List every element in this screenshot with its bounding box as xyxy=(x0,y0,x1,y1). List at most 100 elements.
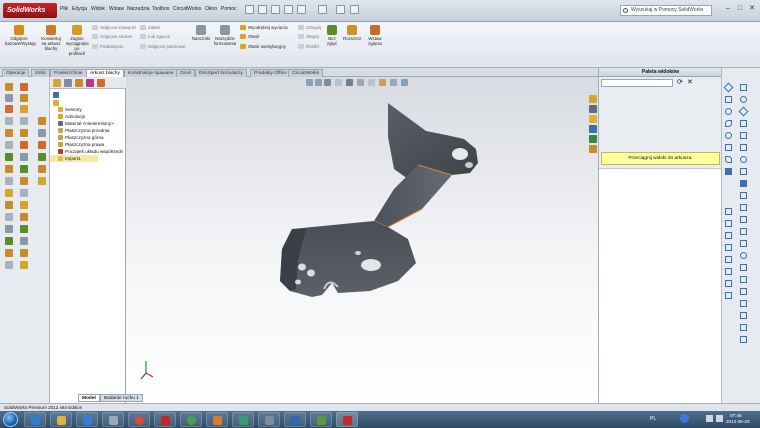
circular-pattern-icon[interactable] xyxy=(740,288,747,295)
tab-circuitworks[interactable]: CircuitWorks xyxy=(288,69,324,77)
tool-icon[interactable] xyxy=(38,177,46,185)
tool-icon[interactable] xyxy=(20,153,28,161)
convert-sheet-metal-button[interactable]: Konwertuj na arkusz blachy xyxy=(39,25,63,51)
view-palette-document-select[interactable] xyxy=(601,79,673,87)
hem-button[interactable]: Podwinięcie xyxy=(92,44,123,49)
print-icon[interactable] xyxy=(284,5,293,14)
tool-icon[interactable] xyxy=(5,165,13,173)
tool-icon[interactable] xyxy=(5,129,13,137)
flatten-button[interactable]: Rozszerz xyxy=(343,25,361,41)
volume-icon[interactable] xyxy=(716,415,723,422)
graphics-area[interactable] xyxy=(126,77,598,403)
relation-icon[interactable] xyxy=(740,192,747,199)
extend-icon[interactable] xyxy=(725,244,732,251)
tool-icon[interactable] xyxy=(20,141,28,149)
tool-icon[interactable] xyxy=(20,249,28,257)
close-button[interactable]: ✕ xyxy=(747,4,757,14)
network-icon[interactable] xyxy=(706,415,713,422)
rotate-icon[interactable] xyxy=(725,268,732,275)
scale-icon[interactable] xyxy=(725,280,732,287)
open-folder-icon[interactable] xyxy=(258,5,267,14)
design-library-icon[interactable] xyxy=(589,105,597,113)
ellipse-icon[interactable] xyxy=(725,132,732,139)
tool-icon[interactable] xyxy=(5,225,13,233)
tab-arkusz-blachy[interactable]: Arkusz blachy xyxy=(86,69,124,77)
mirror-icon[interactable] xyxy=(725,208,732,215)
tool-icon[interactable] xyxy=(5,117,13,125)
sheet-metal-part[interactable] xyxy=(126,77,598,403)
rip-button[interactable]: Rozłóż xyxy=(298,44,319,49)
menu-widok[interactable]: Widok xyxy=(91,6,105,12)
appearances-icon[interactable] xyxy=(589,135,597,143)
fold-button[interactable]: Złegnij xyxy=(298,34,319,39)
tool-icon[interactable] xyxy=(20,261,28,269)
start-button[interactable] xyxy=(3,412,18,427)
tool-icon[interactable] xyxy=(5,213,13,221)
tool-icon[interactable] xyxy=(38,165,46,173)
taskbar-app[interactable] xyxy=(310,412,332,427)
taskbar-app[interactable] xyxy=(284,412,306,427)
filter-icon[interactable] xyxy=(53,92,59,98)
taskbar-app-explorer[interactable] xyxy=(50,412,72,427)
tool-icon[interactable] xyxy=(38,153,46,161)
new-document-icon[interactable] xyxy=(245,5,254,14)
spline-icon[interactable] xyxy=(725,156,732,163)
insert-bends-button[interactable]: Wstaw zgięcia xyxy=(364,25,386,46)
feature-tree-tab-icon[interactable] xyxy=(53,79,61,87)
menu-wstaw[interactable]: Wstaw xyxy=(109,6,124,12)
tool-icon[interactable] xyxy=(5,249,13,257)
help-icon[interactable] xyxy=(680,414,689,423)
jog-button[interactable]: Załam xyxy=(140,25,160,30)
centerline-icon[interactable] xyxy=(740,84,747,91)
dimxpert-tab-icon[interactable] xyxy=(86,79,94,87)
property-manager-tab-icon[interactable] xyxy=(64,79,72,87)
move-icon[interactable] xyxy=(725,256,732,263)
language-indicator[interactable]: PL xyxy=(650,416,656,422)
menu-edycja[interactable]: Edycja xyxy=(72,6,87,12)
base-flange-button[interactable]: Odgięcie bazowe/Występ xyxy=(5,25,36,46)
circle-icon[interactable] xyxy=(725,108,732,115)
select-icon[interactable] xyxy=(318,5,327,14)
rectangle-icon[interactable] xyxy=(725,96,732,103)
extruded-cut-button[interactable]: Wyodrębnij wycięcia xyxy=(240,25,288,30)
dimension-icon[interactable] xyxy=(740,180,747,187)
sketch-settings-icon[interactable] xyxy=(740,324,747,331)
taskbar-app-ie[interactable] xyxy=(24,412,46,427)
tab-ocen[interactable]: Oceń xyxy=(176,69,196,77)
arc-icon[interactable] xyxy=(725,120,732,127)
trim-icon[interactable] xyxy=(725,232,732,239)
slot-icon[interactable] xyxy=(738,106,749,117)
stretch-icon[interactable] xyxy=(740,276,747,283)
file-explorer-icon[interactable] xyxy=(589,115,597,123)
minimize-button[interactable]: – xyxy=(723,4,733,14)
tree-item[interactable]: Sensory xyxy=(50,106,82,113)
tool-icon[interactable] xyxy=(5,189,13,197)
tool-icon[interactable] xyxy=(20,165,28,173)
menu-circuitworks[interactable]: CircuitWorks xyxy=(173,6,201,12)
taskbar-app[interactable] xyxy=(180,412,202,427)
tool-icon[interactable] xyxy=(20,94,28,102)
tool-icon[interactable] xyxy=(20,83,28,91)
taskbar-app[interactable] xyxy=(206,412,228,427)
undo-icon[interactable] xyxy=(297,5,306,14)
clock-date[interactable]: 2013-05-26 xyxy=(726,419,750,424)
save-icon[interactable] xyxy=(271,5,280,14)
offset-icon[interactable] xyxy=(725,220,732,227)
copy-entities-icon[interactable] xyxy=(740,264,747,271)
tool-icon[interactable] xyxy=(20,177,28,185)
tool-icon[interactable] xyxy=(20,129,28,137)
menu-plik[interactable]: Plik xyxy=(60,6,68,12)
solidworks-logo[interactable]: SolidWorks xyxy=(3,3,57,18)
help-search-input[interactable]: Wyszukaj w Pomocy SolidWorks xyxy=(620,5,712,16)
sketched-bend-button[interactable]: Łuk zgięcia xyxy=(140,34,170,39)
cross-break-button[interactable]: Odgięcie pasmowe xyxy=(140,44,185,49)
taskbar-app-solidworks[interactable] xyxy=(154,412,176,427)
tool-icon[interactable] xyxy=(20,117,28,125)
tool-icon[interactable] xyxy=(20,105,28,113)
tool-icon[interactable] xyxy=(20,201,28,209)
corners-button[interactable]: Narożniki xyxy=(190,25,212,41)
tree-item[interactable]: Adnotacje xyxy=(50,113,85,120)
construction-geometry-icon[interactable] xyxy=(740,156,747,163)
tool-icon[interactable] xyxy=(5,141,13,149)
tool-icon[interactable] xyxy=(5,237,13,245)
